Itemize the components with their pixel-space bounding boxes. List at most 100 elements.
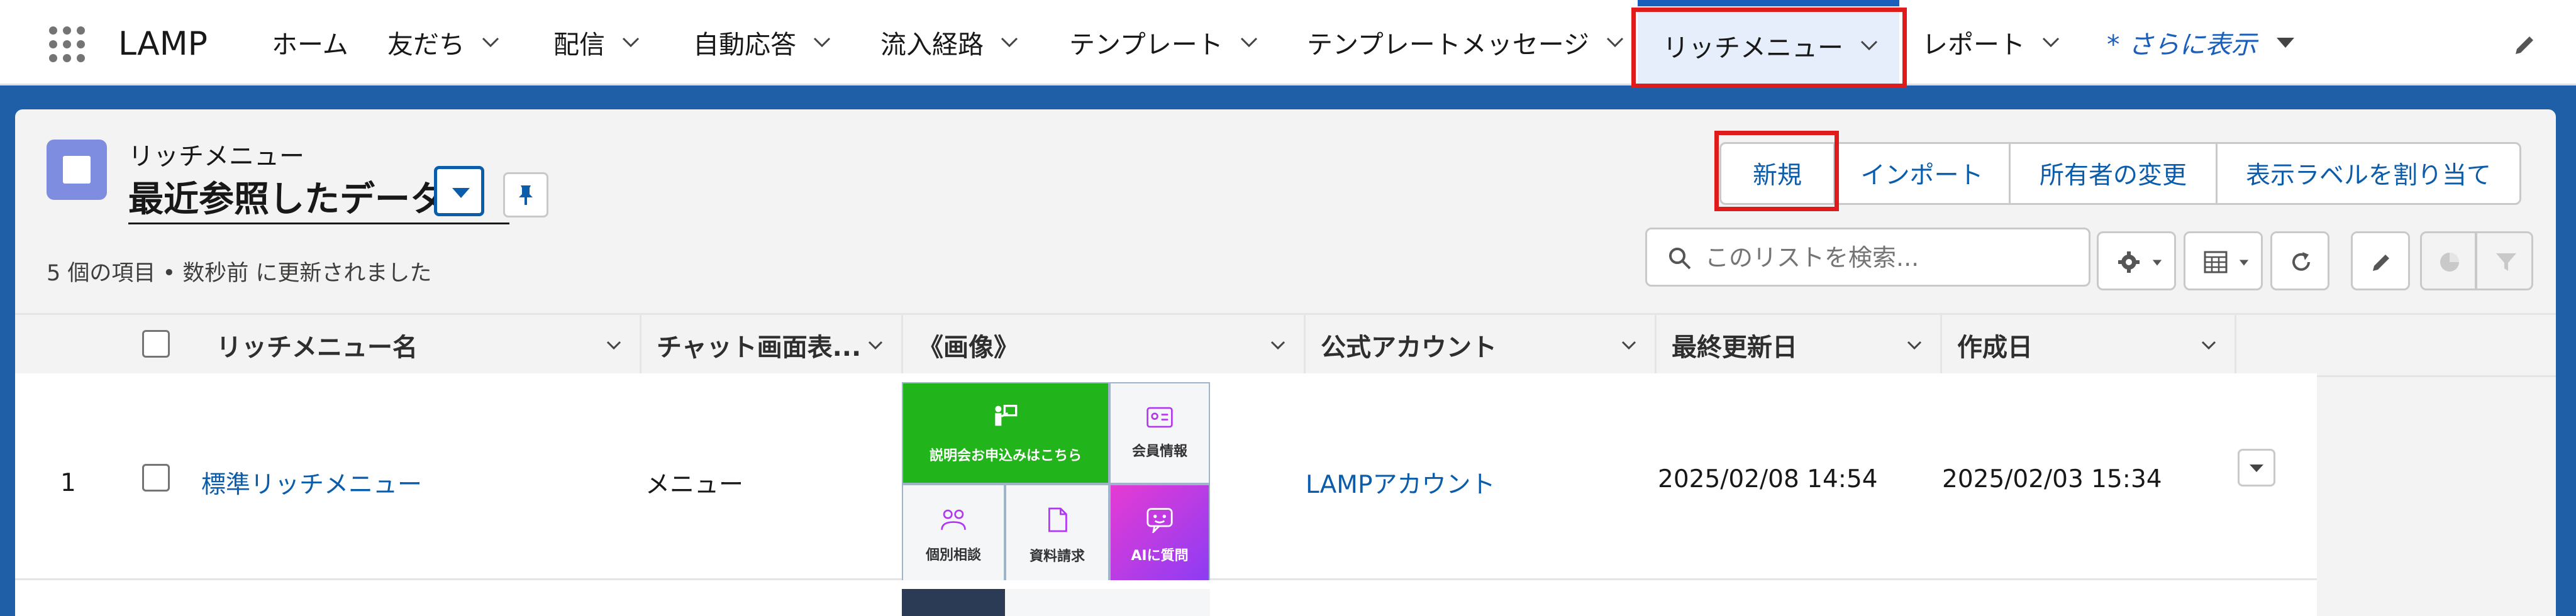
display-as-button[interactable] [2184,231,2263,290]
column-header-chat-display[interactable]: チャット画面表... [641,315,903,375]
app-name: LAMP [118,25,208,63]
chevron-down-icon[interactable] [2040,31,2062,53]
rich-menu-object-icon [47,140,107,200]
nav-item-label: 流入経路 [880,29,984,60]
nav-item-template-message[interactable]: テンプレートメッセージ [1307,0,1626,84]
rich-menu-image: 説明会お申込みはこちら 会員情報 個別相談 資料請求 AIに質問 [902,382,1210,587]
chevron-down-icon[interactable] [1619,336,1638,355]
chevron-down-icon[interactable] [1604,31,1626,53]
change-owner-button[interactable]: 所有者の変更 [2011,144,2218,203]
tile-briefing: 説明会お申込みはこちら [902,382,1109,484]
list-meta-text: 5 個の項目 • 数秒前 に更新されました [47,261,432,286]
tile-label: 個別相談 [925,547,981,563]
list-view-panel: リッチメニュー 最近参照したデータ 5 個の項目 • 数秒前 に更新されました … [15,109,2556,616]
presentation-icon [995,405,1018,426]
pencil-icon [2373,255,2389,271]
gear-icon [2118,251,2140,273]
nav-item-auto-reply[interactable]: 自動応答 [693,0,833,84]
created-date: 2025/02/03 15:34 [1942,465,2162,493]
assign-label-button[interactable]: 表示ラベルを割り当て [2218,144,2519,203]
chat-display-text: メニュー [645,471,744,499]
refresh-icon [2292,252,2310,271]
list-view-switcher-button[interactable] [434,166,484,216]
table-header: リッチメニュー名 チャット画面表... 《画像》 公式アカウント 最終更新日 作… [15,313,2556,377]
nav-item-label: テンプレートメッセージ [1307,29,1589,60]
pin-list-button[interactable] [503,172,548,217]
refresh-button[interactable] [2270,231,2329,290]
list-view-title: 最近参照したデータ [128,179,445,220]
row-checkbox[interactable] [142,464,170,492]
column-header-image[interactable]: 《画像》 [903,315,1306,375]
people-icon [941,509,966,530]
column-header-last-modified[interactable]: 最終更新日 [1657,315,1942,375]
rich-menu-image-thumbnail [902,589,1005,616]
inline-edit-button[interactable] [2351,231,2410,290]
pie-chart-icon [2440,253,2459,272]
list-actions: 新規 インポート 所有者の変更 表示ラベルを割り当て [1719,142,2521,205]
import-button[interactable]: インポート [1835,144,2011,203]
column-header-official-account[interactable]: 公式アカウント [1306,315,1657,375]
row-number: 1 [60,469,76,497]
search-icon [1669,248,1691,270]
nav-item-label: 配信 [553,29,605,60]
nav-item-friends[interactable]: 友だち [387,0,501,84]
column-header-created[interactable]: 作成日 [1942,315,2236,375]
table-row [15,580,2317,616]
nav-item-template[interactable]: テンプレート [1069,0,1260,84]
chevron-down-icon[interactable] [1858,35,1880,56]
column-header-name[interactable]: リッチメニュー名 [201,315,641,375]
tile-label: 会員情報 [1131,444,1187,459]
chat-bubble-icon [1146,508,1173,533]
caret-down-icon [2239,260,2249,266]
chevron-down-icon[interactable] [1269,336,1287,355]
tile-label: 資料請求 [1029,549,1085,564]
member-card-icon [1146,407,1173,428]
chevron-down-icon[interactable] [811,31,833,53]
top-navigation: LAMP ホーム 友だち 配信 自動応答 流入経路 テンプレート テンプレートメ… [0,0,2576,85]
filter-icon [2496,253,2516,271]
nav-item-label: リッチメニュー [1663,32,1843,63]
tile-member-info: 会員情報 [1109,382,1210,484]
nav-item-label: 自動応答 [693,29,796,60]
nav-more-label: * さらに表示 [2107,29,2257,60]
nav-item-report[interactable]: レポート [1922,0,2062,84]
tile-consultation: 個別相談 [902,484,1005,587]
tile-label: 説明会お申込みはこちら [929,448,1082,464]
rich-menu-name-link[interactable]: 標準リッチメニュー [201,465,422,500]
official-account-link[interactable]: LAMPアカウント [1306,465,1495,500]
row-action-menu-button[interactable] [2238,449,2275,487]
select-all-checkbox[interactable] [142,330,170,358]
chevron-down-icon[interactable] [999,31,1020,53]
nav-item-inflow-route[interactable]: 流入経路 [880,0,1020,84]
list-settings-button[interactable] [2097,231,2176,290]
rich-menu-image-thumbnail [1005,589,1210,616]
new-button[interactable]: 新規 [1721,144,1835,203]
chevron-down-icon[interactable] [866,336,885,355]
app-launcher-icon[interactable] [49,26,86,63]
filters-button[interactable] [2475,231,2533,290]
chevron-down-icon[interactable] [1905,336,1924,355]
nav-more[interactable]: * さらに表示 [2107,0,2296,84]
chevron-down-icon[interactable] [480,31,501,53]
table-icon [2204,251,2228,273]
nav-item-label: レポート [1922,29,2025,60]
edit-nav-icon[interactable] [2511,31,2538,59]
chevron-down-icon[interactable] [1238,31,1260,53]
nav-item-label: テンプレート [1069,29,1223,60]
list-search-box[interactable] [1645,228,2090,287]
pin-icon [519,185,533,205]
nav-item-rich-menu[interactable]: リッチメニュー [1638,0,1899,84]
document-icon [1048,507,1067,532]
table-row: 1 標準リッチメニュー メニュー 説明会お申込みはこちら 会員情報 個別相談 資… [15,373,2317,587]
chevron-down-icon[interactable] [620,31,641,53]
object-label: リッチメニュー [128,142,304,171]
nav-item-home[interactable]: ホーム [272,0,348,84]
nav-item-delivery[interactable]: 配信 [553,0,641,84]
chevron-down-icon[interactable] [2199,336,2218,355]
charts-button[interactable] [2420,231,2477,290]
nav-item-label: 友だち [387,29,465,60]
search-input[interactable] [1704,238,2077,277]
chevron-down-icon[interactable] [604,336,623,355]
nav-item-label: ホーム [272,29,348,60]
tile-label: AIに質問 [1131,548,1189,564]
